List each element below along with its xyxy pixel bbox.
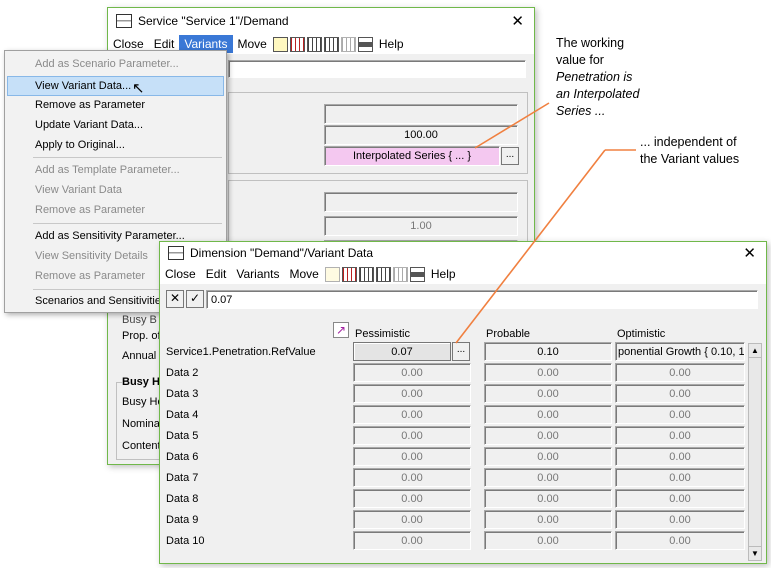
arrow-to-pessimistic-diag xyxy=(455,149,606,344)
arrow-to-interpolated xyxy=(474,102,550,149)
annotation-arrows xyxy=(455,102,636,344)
